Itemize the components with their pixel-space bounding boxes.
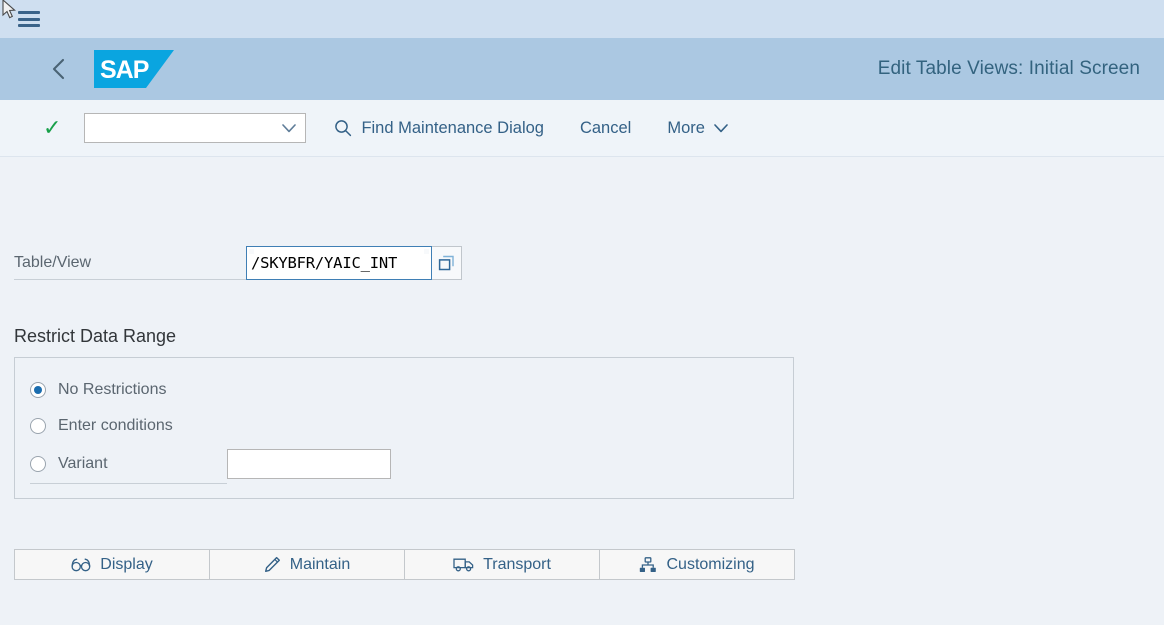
find-maintenance-dialog-button[interactable]: Find Maintenance Dialog <box>328 115 550 142</box>
variant-input[interactable] <box>227 449 391 479</box>
table-view-row: Table/View <box>14 246 1164 280</box>
radio-enter-conditions[interactable] <box>30 418 46 434</box>
hamburger-menu-icon[interactable] <box>18 11 40 27</box>
radio-no-restrictions[interactable] <box>30 382 46 398</box>
chevron-down-icon <box>282 123 297 132</box>
cancel-button[interactable]: Cancel <box>574 115 637 142</box>
radio-variant[interactable] <box>30 455 46 472</box>
search-icon <box>335 120 352 137</box>
back-chevron-icon[interactable] <box>46 56 72 82</box>
sap-logo: SAP <box>94 50 174 88</box>
truck-icon <box>453 558 474 572</box>
hamburger-line <box>18 24 40 27</box>
transaction-dropdown[interactable] <box>84 113 307 143</box>
hamburger-line <box>18 17 40 21</box>
restrict-data-range-title: Restrict Data Range <box>14 326 177 346</box>
cancel-label: Cancel <box>579 118 632 137</box>
radio-option-variant[interactable]: Variant <box>15 444 793 484</box>
radio-option-no-restrictions[interactable]: No Restrictions <box>15 372 793 408</box>
org-chart-icon <box>640 556 657 572</box>
page-title: Edit Table Views: Initial Screen <box>877 58 1140 79</box>
maintain-button[interactable]: Maintain <box>209 549 405 580</box>
radio-label-no-restrictions: No Restrictions <box>58 381 167 398</box>
main-content: Table/View Restrict Data Range No Restri… <box>0 246 1164 580</box>
transport-button[interactable]: Transport <box>404 549 600 580</box>
table-view-label: Table/View <box>14 246 246 280</box>
glasses-icon <box>71 558 91 571</box>
maintain-label: Maintain <box>289 555 351 573</box>
radio-label-enter-conditions: Enter conditions <box>58 417 173 434</box>
more-label: More <box>667 118 705 137</box>
confirm-check-button[interactable]: ✓ <box>43 117 61 139</box>
find-maintenance-dialog-label: Find Maintenance Dialog <box>361 118 544 137</box>
customizing-label: Customizing <box>666 555 755 573</box>
sap-logo-glyph: SAP <box>94 50 174 88</box>
table-view-value-help-button[interactable] <box>431 247 461 279</box>
action-button-row: Display Maintain Transport Customizing <box>14 549 795 580</box>
chevron-down-icon <box>714 123 728 132</box>
action-toolbar: ✓ Find Maintenance Dialog Cancel More <box>0 100 1164 157</box>
svg-text:SAP: SAP <box>100 56 149 84</box>
transport-label: Transport <box>483 555 551 573</box>
variant-label-group: Variant <box>30 444 227 484</box>
back-arrow-glyph <box>52 58 65 80</box>
display-label: Display <box>100 555 153 573</box>
shell-bar <box>0 0 1164 38</box>
radio-option-enter-conditions[interactable]: Enter conditions <box>15 408 793 444</box>
mouse-pointer-icon <box>2 0 16 19</box>
hamburger-line <box>18 11 40 14</box>
restrict-data-range-panel: No Restrictions Enter conditions Variant <box>14 357 794 499</box>
display-button[interactable]: Display <box>14 549 210 580</box>
radio-label-variant: Variant <box>58 454 108 472</box>
more-menu-button[interactable]: More <box>661 115 734 142</box>
customizing-button[interactable]: Customizing <box>599 549 795 580</box>
pencil-icon <box>264 556 280 572</box>
table-view-input[interactable] <box>247 247 431 279</box>
table-view-field-group <box>246 246 462 280</box>
app-header: SAP Edit Table Views: Initial Screen <box>0 38 1164 100</box>
copy-duplicate-icon <box>438 255 454 270</box>
